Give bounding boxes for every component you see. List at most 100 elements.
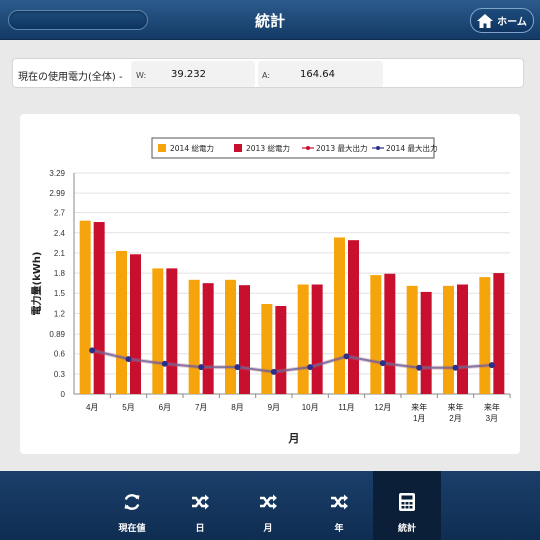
line-point: [198, 364, 205, 371]
bar: [152, 268, 164, 394]
home-icon: [477, 13, 494, 28]
tab-statistics[interactable]: 統計: [373, 471, 441, 540]
bar: [188, 279, 200, 394]
legend-marker: [376, 146, 380, 150]
x-tick-label: 1月: [413, 414, 425, 423]
y-tick-label: 2.4: [54, 229, 66, 238]
tab-day[interactable]: 日: [166, 471, 234, 540]
legend-label: 2013 総電力: [246, 143, 290, 153]
y-tick-label: 0.89: [49, 330, 65, 339]
shuffle-icon: [192, 494, 209, 510]
legend-label: 2013 最大出力: [316, 143, 367, 153]
x-tick-label: 来年: [484, 402, 500, 412]
line-point: [379, 360, 386, 367]
bar: [420, 291, 432, 394]
ampere-field: A: 164.64: [258, 61, 383, 87]
ampere-value: 164.64: [300, 69, 335, 80]
watt-key: W:: [136, 71, 147, 80]
line-point: [125, 356, 132, 363]
bar: [166, 268, 178, 394]
tab-current[interactable]: 現在値: [98, 471, 166, 540]
x-tick-label: 10月: [302, 403, 319, 412]
tab-day-label: 日: [195, 524, 205, 534]
line-point: [270, 368, 277, 375]
legend-label: 2014 最大出力: [386, 143, 437, 153]
bar: [311, 284, 323, 394]
bar: [225, 279, 236, 394]
bottom-tab-bar: 現在値 日 月 年 統計: [0, 471, 540, 540]
legend-swatch: [158, 144, 166, 152]
bar: [348, 240, 359, 394]
current-usage-panel: 現在の使用電力(全体) - W: 39.232 A: 164.64: [12, 58, 524, 88]
y-tick-label: 1.8: [54, 269, 66, 278]
bar: [443, 285, 454, 394]
bar: [93, 222, 105, 394]
x-tick-label: 11月: [338, 403, 354, 412]
y-tick-label: 2.99: [49, 189, 65, 198]
x-tick-label: 12月: [374, 403, 391, 412]
tab-current-label: 現在値: [118, 524, 146, 534]
bar: [493, 273, 505, 394]
tab-statistics-label: 統計: [397, 524, 416, 534]
calculator-icon: [399, 493, 415, 511]
bar: [479, 277, 491, 394]
ampere-key: A:: [262, 71, 271, 80]
header-bar: 統計 ホーム: [0, 0, 540, 40]
x-tick-label: 3月: [486, 414, 498, 423]
bar: [370, 275, 382, 394]
statistics-chart: 0 0.3 0.6 0.89 1.2 1.5 1.8 2.1 2.4 2.7 2.99 3.29 4月 5…: [30, 137, 511, 445]
home-button[interactable]: ホーム: [470, 8, 534, 33]
bar: [334, 237, 345, 394]
legend-marker: [306, 146, 310, 150]
x-tick-label: 来年: [411, 402, 427, 412]
line-point: [307, 364, 314, 371]
line-point: [488, 362, 495, 369]
bar: [275, 306, 287, 394]
y-tick-label: 2.7: [54, 209, 66, 218]
bar: [239, 285, 250, 394]
shuffle-icon: [260, 494, 277, 510]
bar: [297, 284, 309, 394]
tab-month-label: 月: [263, 524, 273, 534]
x-tick-label: 9月: [268, 403, 280, 412]
x-tick-label: 4月: [86, 403, 98, 412]
x-tick-label: 7月: [195, 403, 207, 412]
statistics-chart-panel: 0 0.3 0.6 0.89 1.2 1.5 1.8 2.1 2.4 2.7 2.99 3.29 4月 5…: [20, 114, 520, 454]
x-tick-label: 来年: [448, 402, 464, 412]
y-tick-label: 1.2: [54, 309, 66, 318]
y-tick-label: 0: [61, 390, 66, 399]
line-point: [416, 364, 423, 371]
y-axis-title: 電力量(kWh): [30, 252, 43, 316]
bar: [79, 220, 91, 394]
usage-label: 現在の使用電力(全体) -: [18, 72, 123, 83]
tab-year-label: 年: [334, 524, 344, 534]
y-tick-label: 1.5: [54, 289, 66, 298]
bar: [384, 273, 396, 394]
refresh-icon: [124, 494, 140, 510]
x-tick-label: 2月: [449, 414, 461, 423]
legend-label: 2014 総電力: [170, 143, 214, 153]
bar: [130, 254, 141, 394]
legend-swatch: [234, 144, 242, 152]
bar: [406, 285, 418, 394]
y-tick-label: 2.1: [54, 249, 66, 258]
watt-value: 39.232: [171, 69, 206, 80]
line-point: [161, 360, 168, 367]
watt-field: W: 39.232: [131, 61, 255, 87]
y-tick-label: 0.3: [54, 370, 66, 379]
x-tick-label: 8月: [231, 403, 243, 412]
home-label: ホーム: [497, 17, 527, 28]
tab-year[interactable]: 年: [305, 471, 373, 540]
bar: [202, 283, 214, 394]
page-title: 統計: [254, 12, 285, 30]
y-tick-label: 0.6: [54, 350, 66, 359]
shuffle-icon: [331, 494, 348, 510]
x-tick-label: 6月: [159, 403, 171, 412]
line-point: [343, 353, 350, 360]
bar: [457, 284, 468, 394]
line-point: [452, 364, 459, 371]
tab-month[interactable]: 月: [234, 471, 302, 540]
y-tick-label: 3.29: [49, 169, 65, 178]
bar: [116, 250, 127, 394]
bar: [261, 303, 273, 394]
